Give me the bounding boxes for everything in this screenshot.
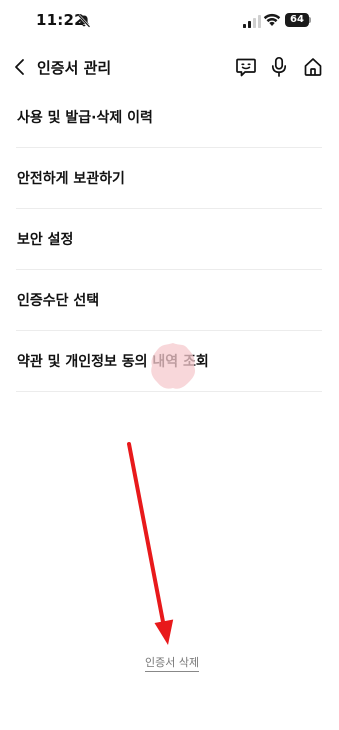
microphone-icon[interactable] (267, 55, 291, 79)
annotation-arrow (127, 442, 174, 645)
menu-item-label: 인증수단 선택 (17, 293, 100, 309)
delete-certificate-link[interactable]: 인증서 삭제 (145, 654, 200, 672)
menu-item-label: 안전하게 보관하기 (17, 171, 125, 187)
home-icon[interactable] (301, 55, 325, 79)
menu-item-safe-storage[interactable]: 안전하게 보관하기 (16, 148, 322, 209)
signal-icon (243, 15, 261, 28)
menu-item-security-settings[interactable]: 보안 설정 (16, 209, 322, 270)
menu-item-auth-method[interactable]: 인증수단 선택 (16, 270, 322, 331)
chat-icon[interactable] (234, 55, 258, 79)
battery-icon: 64 (285, 13, 309, 27)
chevron-left-icon[interactable] (12, 57, 30, 77)
menu-item-usage-history[interactable]: 사용 및 발급·삭제 이력 (16, 87, 322, 148)
menu-item-label: 보안 설정 (17, 232, 74, 248)
bell-slash-icon (77, 14, 91, 28)
header-bar: 인증서 관리 (0, 50, 339, 84)
status-bar: 11:22 64 (0, 0, 339, 40)
battery-tip (309, 17, 311, 23)
wifi-icon (263, 13, 281, 26)
menu-item-label: 사용 및 발급·삭제 이력 (17, 110, 153, 126)
touch-indicator (151, 343, 196, 389)
page-title: 인증서 관리 (37, 59, 112, 77)
